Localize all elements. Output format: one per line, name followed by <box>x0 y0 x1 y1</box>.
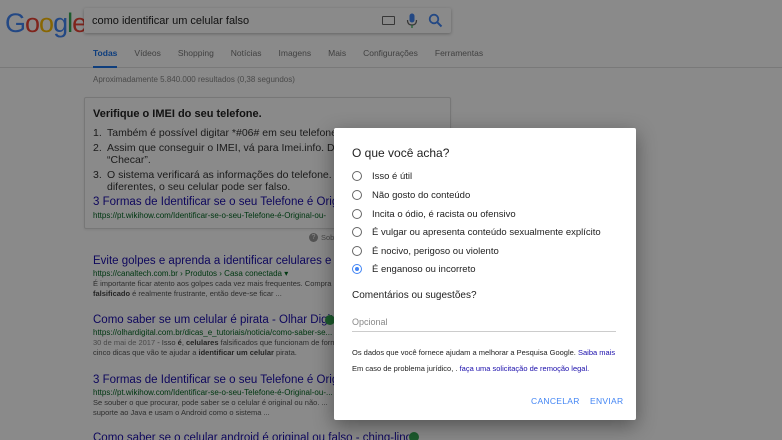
radio-button[interactable] <box>352 227 362 237</box>
option-label: Não gosto do conteúdo <box>372 189 471 201</box>
legal-removal-link[interactable]: faça uma solicitação de remoção legal. <box>460 364 590 373</box>
comments-input[interactable] <box>352 312 616 332</box>
option-label: Isso é útil <box>372 170 413 182</box>
option-explicit[interactable]: É vulgar ou apresenta conteúdo sexualmen… <box>352 226 601 238</box>
notice-text: Em caso de problema jurídico, . <box>352 364 458 373</box>
option-label: É nocivo, perigoso ou violento <box>372 245 499 257</box>
option-misleading[interactable]: É enganoso ou incorreto <box>352 263 476 275</box>
dialog-title: O que você acha? <box>352 146 450 160</box>
option-hateful[interactable]: Incita o ódio, é racista ou ofensivo <box>352 208 516 220</box>
notice-text: Os dados que você fornece ajudam a melho… <box>352 348 576 357</box>
radio-button[interactable] <box>352 209 362 219</box>
comments-title: Comentários ou sugestões? <box>352 290 477 301</box>
radio-button[interactable] <box>352 246 362 256</box>
radio-button[interactable] <box>352 190 362 200</box>
radio-button-selected[interactable] <box>352 264 362 274</box>
legal-notice: Em caso de problema jurídico, . faça uma… <box>352 364 589 373</box>
radio-button[interactable] <box>352 171 362 181</box>
option-label: É enganoso ou incorreto <box>372 263 476 275</box>
learn-more-link[interactable]: Saiba mais <box>578 348 615 357</box>
send-button[interactable]: ENVIAR <box>590 396 623 406</box>
feedback-dialog: O que você acha? Isso é útil Não gosto d… <box>334 128 636 420</box>
data-notice: Os dados que você fornece ajudam a melho… <box>352 348 615 357</box>
option-label: É vulgar ou apresenta conteúdo sexualmen… <box>372 226 601 238</box>
option-dislike[interactable]: Não gosto do conteúdo <box>352 189 470 201</box>
option-harmful[interactable]: É nocivo, perigoso ou violento <box>352 245 499 257</box>
cancel-button[interactable]: CANCELAR <box>531 396 580 406</box>
option-label: Incita o ódio, é racista ou ofensivo <box>372 208 516 220</box>
option-useful[interactable]: Isso é útil <box>352 170 412 182</box>
